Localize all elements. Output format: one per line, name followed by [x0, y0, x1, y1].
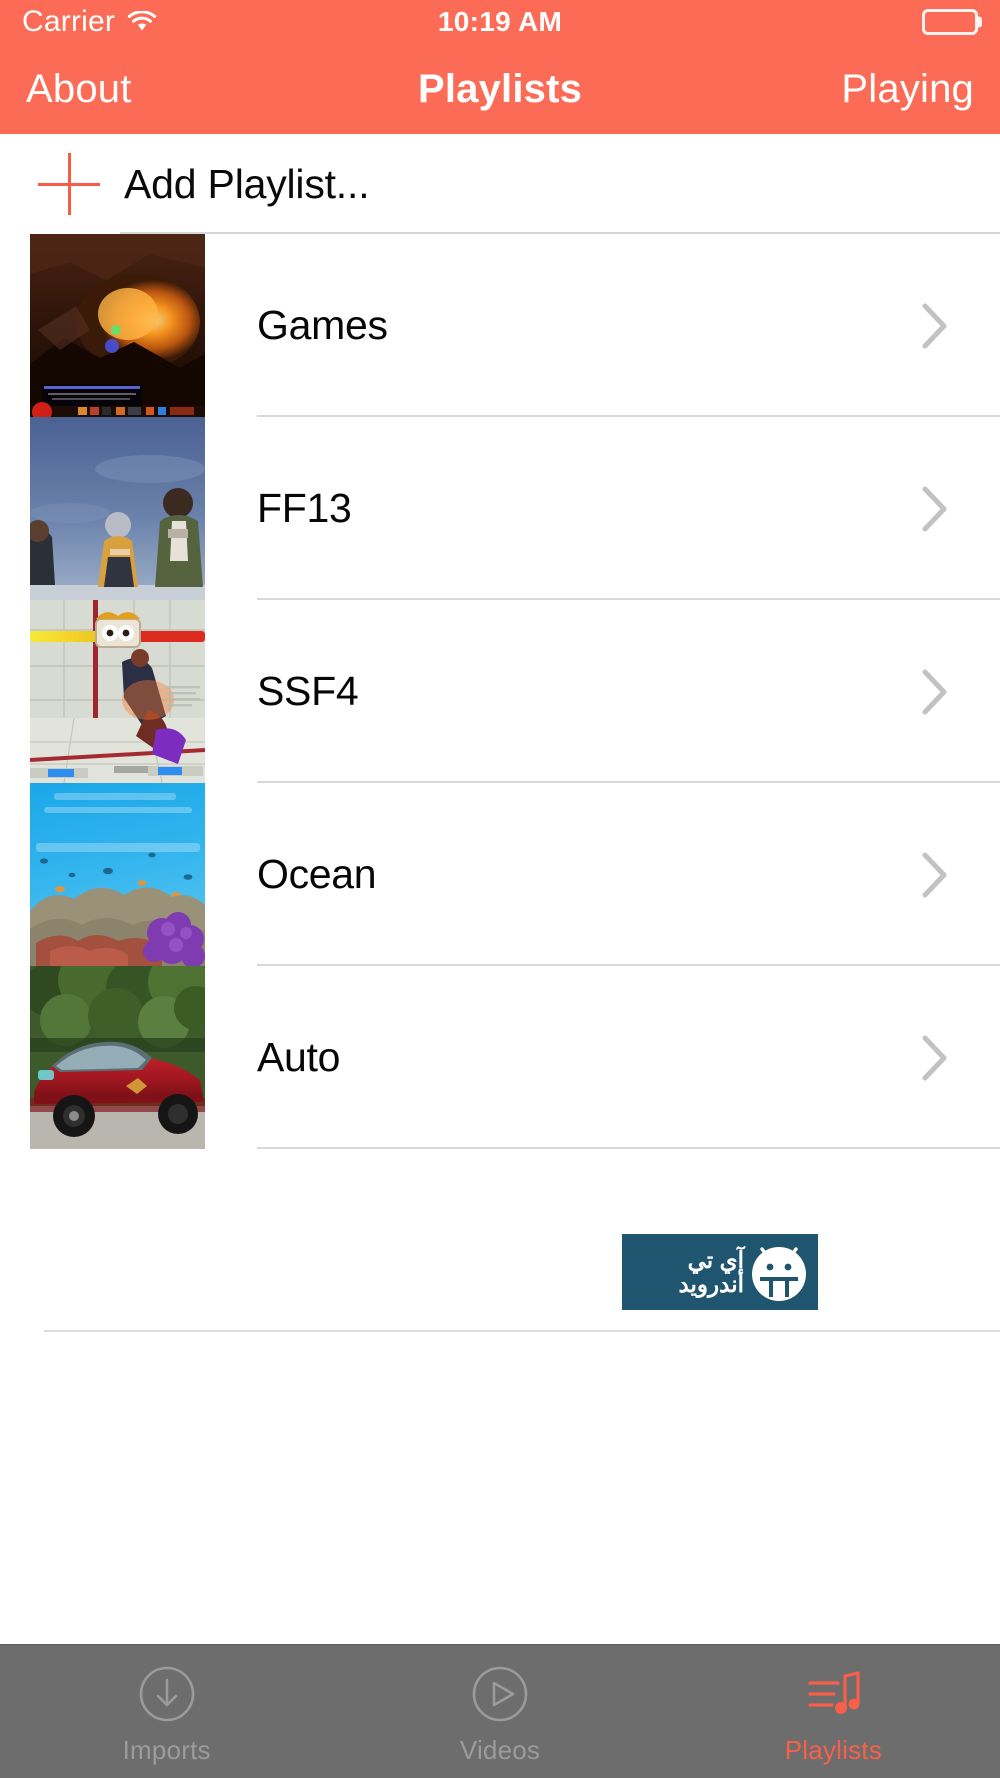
playing-button[interactable]: Playing	[841, 69, 974, 109]
list-item-body: SSF4	[257, 600, 1000, 783]
play-circle-icon	[469, 1663, 531, 1725]
list-item[interactable]: FF13	[0, 417, 1000, 600]
tab-label-playlists: Playlists	[784, 1735, 882, 1765]
list-item[interactable]: SSF4	[0, 600, 1000, 783]
main-content: Add Playlist... Games FF13 SSF4 Ocean Au…	[0, 134, 1000, 1778]
status-bar-left: Carrier	[22, 5, 157, 39]
list-item-body: Ocean	[257, 783, 1000, 966]
battery-full-icon	[922, 9, 982, 35]
add-playlist-label: Add Playlist...	[124, 160, 370, 207]
chevron-right-icon	[922, 852, 948, 898]
tab-imports[interactable]: Imports	[0, 1645, 333, 1778]
tab-label-imports: Imports	[122, 1735, 211, 1765]
playlist-title: FF13	[257, 485, 352, 531]
playlist-list: Games FF13 SSF4 Ocean Auto	[0, 234, 1000, 1149]
bottom-separator	[44, 1330, 1000, 1332]
list-item[interactable]: Ocean	[0, 783, 1000, 966]
carrier-label: Carrier	[22, 5, 116, 38]
tab-playlists[interactable]: Playlists	[667, 1645, 1000, 1778]
playlist-title: Games	[257, 302, 388, 348]
about-button[interactable]: About	[26, 69, 132, 109]
list-item[interactable]: Auto	[0, 966, 1000, 1149]
plus-icon	[38, 153, 100, 215]
chevron-right-icon	[922, 486, 948, 532]
wifi-icon	[127, 10, 157, 33]
playlist-title: Auto	[257, 1034, 341, 1080]
playlist-thumbnail-ssf4	[30, 600, 205, 783]
chevron-right-icon	[922, 669, 948, 715]
tab-bar: Imports Videos Playlists	[0, 1644, 1000, 1778]
playlist-thumbnail-games	[30, 234, 205, 417]
status-bar: Carrier 10:19 AM	[0, 0, 1000, 44]
playlist-title: SSF4	[257, 668, 359, 714]
watermark-line-1: آي تي	[687, 1246, 744, 1273]
watermark-badge: آي تي أندرويد	[622, 1234, 818, 1310]
list-item-body: Games	[257, 234, 1000, 417]
playlist-thumbnail-ocean	[30, 783, 205, 966]
row-separator	[257, 1147, 1000, 1149]
watermark-line-2: أندرويد	[678, 1271, 744, 1297]
list-item[interactable]: Games	[0, 234, 1000, 417]
music-notes-icon	[802, 1663, 864, 1725]
tab-label-videos: Videos	[459, 1735, 541, 1765]
playlist-thumbnail-auto	[30, 966, 205, 1149]
list-item-body: FF13	[257, 417, 1000, 600]
tab-videos[interactable]: Videos	[333, 1645, 666, 1778]
playlist-thumbnail-ff13	[30, 417, 205, 600]
download-circle-icon	[136, 1663, 198, 1725]
status-bar-right	[922, 9, 982, 35]
add-playlist-row[interactable]: Add Playlist...	[0, 134, 1000, 234]
watermark-text: آي تي أندرويد	[632, 1248, 748, 1296]
navigation-bar: About Playlists Playing	[0, 44, 1000, 134]
list-item-body: Auto	[257, 966, 1000, 1149]
chevron-right-icon	[922, 1035, 948, 1081]
chevron-right-icon	[922, 303, 948, 349]
playlist-title: Ocean	[257, 851, 377, 897]
android-robot-icon	[748, 1241, 810, 1303]
